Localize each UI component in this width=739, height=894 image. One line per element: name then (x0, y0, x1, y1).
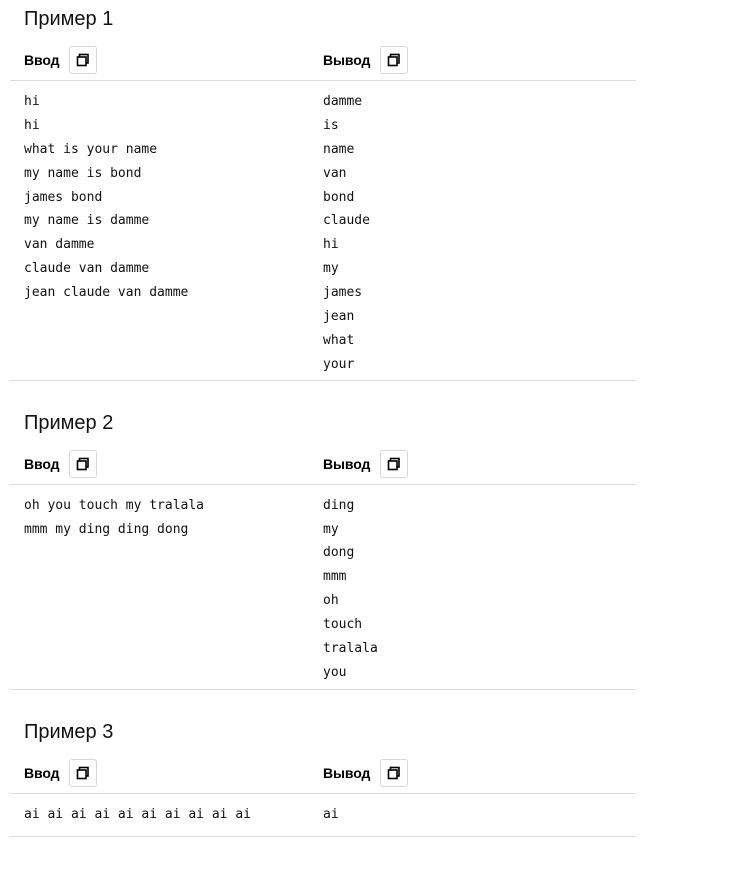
copy-input-button[interactable] (69, 758, 98, 787)
output-line: van (323, 165, 347, 181)
io-header: Ввод Вывод (10, 753, 636, 794)
input-label: Ввод (24, 52, 60, 68)
output-label: Вывод (323, 455, 371, 472)
output-line: tralala (323, 641, 378, 657)
input-label: Ввод (24, 455, 60, 472)
io-header: Ввод Вывод (10, 40, 636, 81)
input-line: claude van damme (24, 261, 150, 277)
output-line: is (323, 117, 339, 133)
io-body: hi hi what is your name my name is bond … (10, 81, 636, 381)
copy-icon (77, 766, 90, 780)
io-header: Ввод Вывод (10, 444, 636, 485)
input-head: Ввод (10, 449, 322, 478)
input-line: my name is bond (24, 165, 142, 181)
output-line: james (323, 285, 363, 301)
input-line: oh you touch my tralala (24, 497, 205, 513)
copy-input-button[interactable] (69, 449, 98, 478)
example-1: Пример 1 Ввод Вывод hi hi what is your n… (10, 9, 636, 381)
output-line: bond (323, 189, 355, 205)
copy-icon (77, 53, 90, 67)
example-title: Пример 2 (24, 411, 114, 434)
input-line: my name is damme (24, 213, 150, 229)
output-line: hi (323, 237, 339, 253)
output-line: oh (323, 593, 339, 609)
output-head: Вывод (322, 449, 409, 478)
output-line: my (323, 521, 339, 537)
copy-icon (387, 766, 401, 780)
output-label: Вывод (323, 52, 371, 68)
input-line: hi (24, 117, 40, 133)
output-line: dong (323, 545, 355, 561)
copy-output-button[interactable] (380, 449, 409, 478)
output-line: my (323, 261, 339, 277)
copy-icon (77, 457, 90, 470)
output-line: you (323, 664, 347, 680)
example-2: Пример 2 Ввод Вывод oh you touch my tral… (10, 413, 636, 690)
copy-input-button[interactable] (69, 46, 98, 74)
input-line: james bond (24, 189, 103, 205)
input-head: Ввод (10, 758, 322, 787)
output-block: ai (322, 803, 339, 827)
output-line: damme (323, 94, 363, 109)
input-label: Ввод (24, 764, 60, 781)
input-line: van damme (24, 237, 95, 253)
output-block: damme is name van bond claude hi my jame… (322, 90, 370, 377)
output-line: claude (323, 213, 370, 229)
output-line: jean (323, 309, 355, 325)
output-head: Вывод (322, 46, 409, 74)
io-body: oh you touch my tralala mmm my ding ding… (10, 485, 636, 690)
input-block: ai ai ai ai ai ai ai ai ai ai (10, 803, 322, 827)
input-block: hi hi what is your name my name is bond … (10, 90, 322, 377)
input-line: mmm my ding ding dong (24, 521, 189, 537)
input-line: what is your name (24, 141, 158, 157)
copy-icon (387, 53, 401, 67)
input-block: oh you touch my tralala mmm my ding ding… (10, 494, 322, 685)
input-line: jean claude van damme (24, 285, 189, 301)
output-head: Вывод (322, 758, 409, 787)
output-line: ai (323, 806, 339, 822)
output-line: touch (323, 617, 363, 633)
io-body: ai ai ai ai ai ai ai ai ai ai ai (10, 794, 636, 837)
copy-output-button[interactable] (380, 758, 409, 787)
copy-output-button[interactable] (380, 46, 409, 74)
example-3: Пример 3 Ввод Вывод ai ai ai ai ai ai ai… (10, 722, 636, 837)
output-line: mmm (323, 569, 347, 585)
output-label: Вывод (323, 764, 371, 781)
output-line: ding (323, 497, 355, 513)
input-head: Ввод (10, 46, 322, 74)
input-line: ai ai ai ai ai ai ai ai ai ai (24, 806, 251, 822)
output-line: name (323, 141, 355, 157)
input-line: hi (24, 94, 40, 109)
output-block: ding my dong mmm oh touch tralala you (322, 494, 378, 685)
example-title: Пример 3 (24, 720, 114, 743)
example-title: Пример 1 (24, 8, 114, 30)
output-line: your (323, 356, 355, 372)
output-line: what (323, 332, 355, 348)
copy-icon (387, 457, 401, 470)
